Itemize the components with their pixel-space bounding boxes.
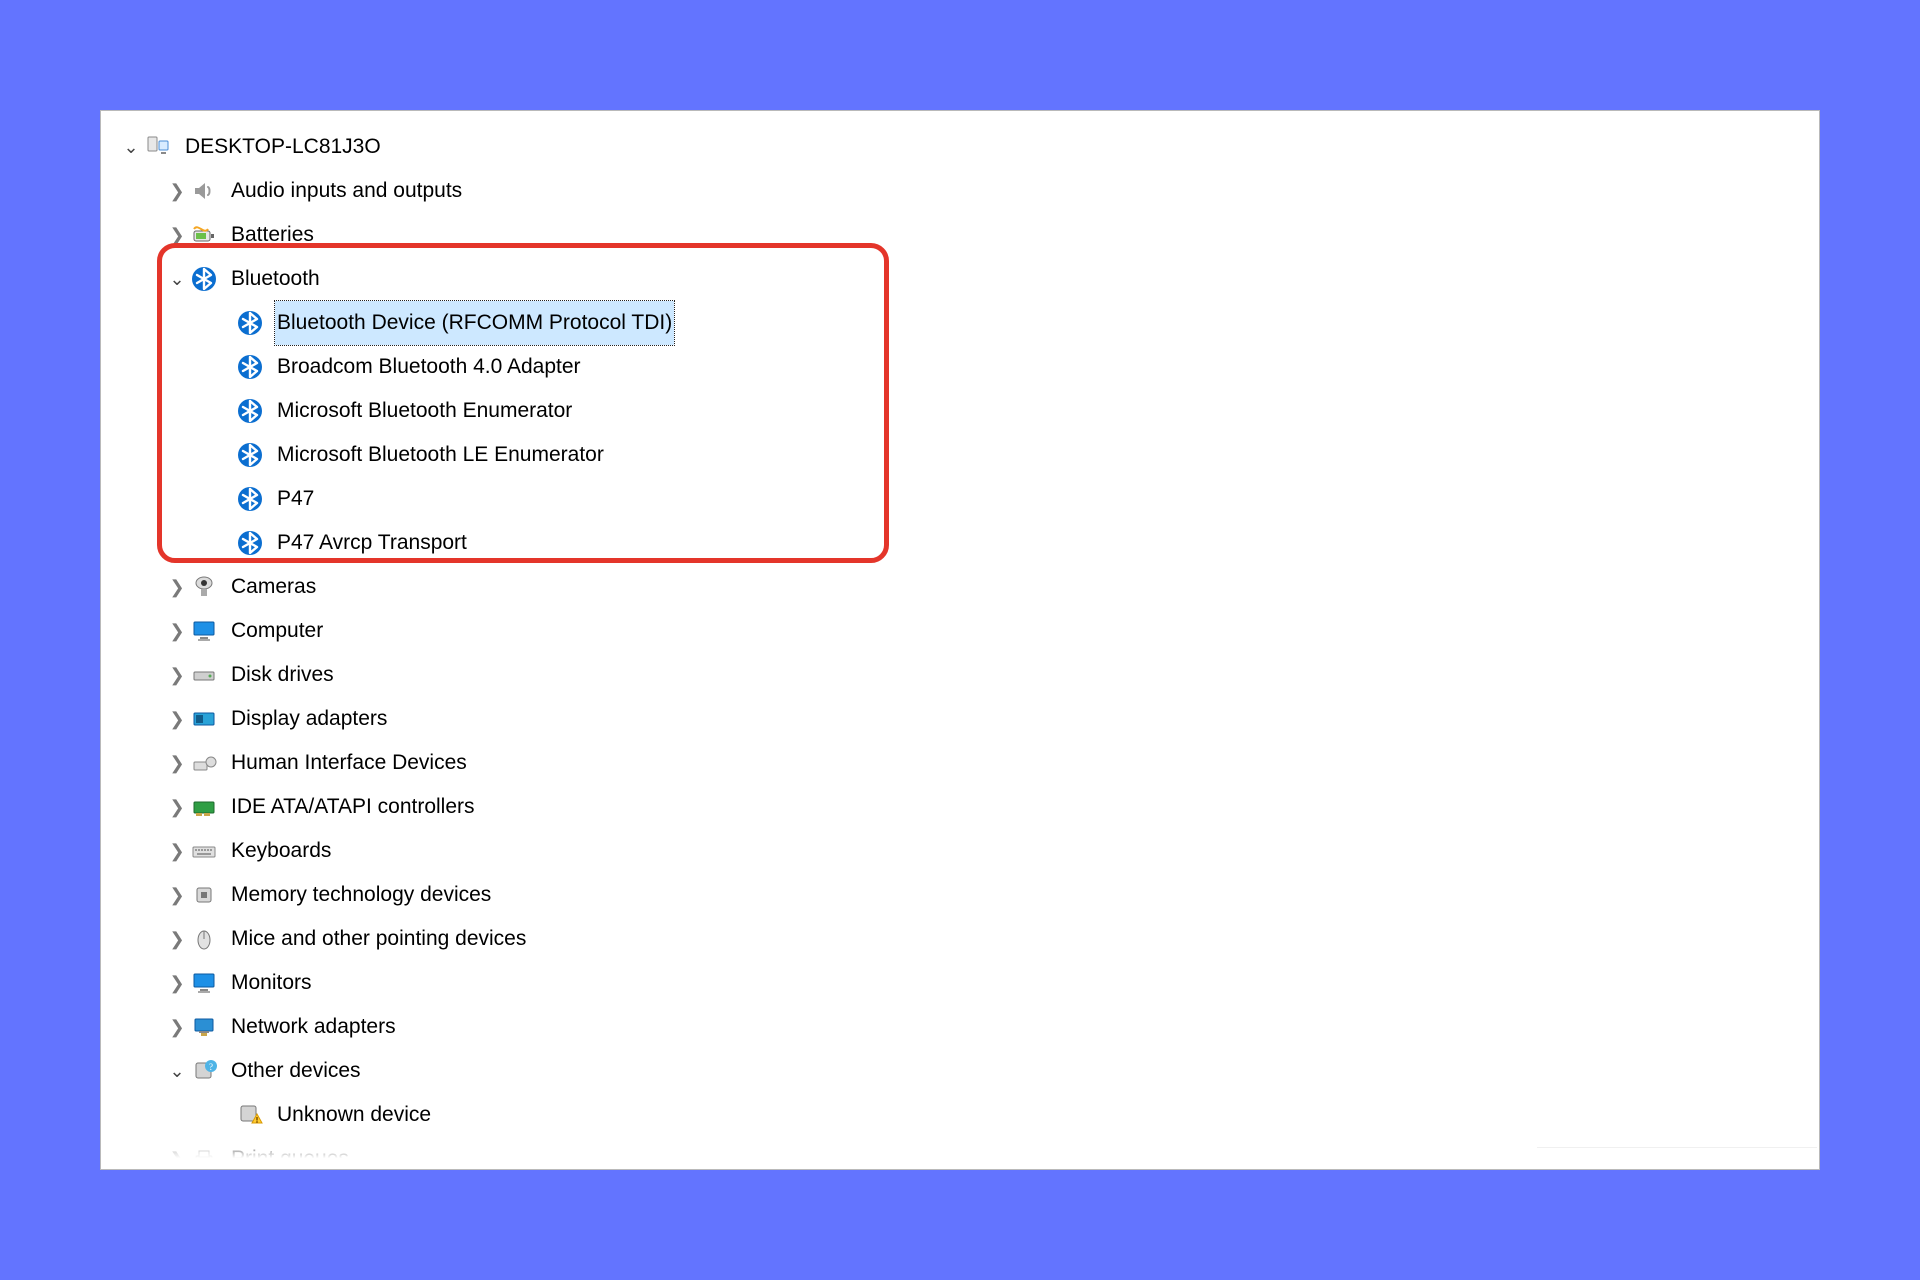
speaker-icon (189, 176, 219, 206)
category-label[interactable]: Mice and other pointing devices (229, 917, 528, 961)
bt-device-2[interactable]: Microsoft Bluetooth Enumerator (119, 389, 1801, 433)
ide-icon (189, 792, 219, 822)
bt-device-1[interactable]: Broadcom Bluetooth 4.0 Adapter (119, 345, 1801, 389)
chevron-right-icon[interactable]: ❯ (165, 785, 189, 829)
bluetooth-icon (189, 264, 219, 294)
category-mice[interactable]: ❯ Mice and other pointing devices (119, 917, 1801, 961)
category-computer[interactable]: ❯ Computer (119, 609, 1801, 653)
device-tree[interactable]: ⌄ DESKTOP-LC81J3O ❯ Audio inputs and out… (119, 125, 1801, 1170)
device-label[interactable]: P47 (275, 477, 316, 521)
chevron-right-icon[interactable]: ❯ (165, 741, 189, 785)
mouse-icon (189, 924, 219, 954)
device-label[interactable]: P47 Avrcp Transport (275, 521, 469, 565)
category-other[interactable]: ⌄ Other devices (119, 1049, 1801, 1093)
category-memtech[interactable]: ❯ Memory technology devices (119, 873, 1801, 917)
category-ide[interactable]: ❯ IDE ATA/ATAPI controllers (119, 785, 1801, 829)
chevron-right-icon[interactable]: ❯ (165, 697, 189, 741)
chevron-down-icon[interactable]: ⌄ (165, 257, 189, 301)
category-label[interactable]: Other devices (229, 1049, 363, 1093)
camera-icon (189, 572, 219, 602)
category-hid[interactable]: ❯ Human Interface Devices (119, 741, 1801, 785)
category-label[interactable]: Bluetooth (229, 257, 322, 301)
chevron-right-icon[interactable]: ❯ (165, 609, 189, 653)
category-label[interactable]: Monitors (229, 961, 314, 1005)
chevron-right-icon[interactable]: ❯ (165, 169, 189, 213)
chevron-right-icon[interactable]: ❯ (165, 961, 189, 1005)
printer-icon (189, 1144, 219, 1170)
category-label[interactable]: Human Interface Devices (229, 741, 469, 785)
bt-device-4[interactable]: P47 (119, 477, 1801, 521)
bt-device-5[interactable]: P47 Avrcp Transport (119, 521, 1801, 565)
other-device-0[interactable]: Unknown device (119, 1093, 1801, 1137)
bluetooth-icon (235, 352, 265, 382)
category-label[interactable]: IDE ATA/ATAPI controllers (229, 785, 477, 829)
device-label[interactable]: Microsoft Bluetooth Enumerator (275, 389, 574, 433)
category-display[interactable]: ❯ Display adapters (119, 697, 1801, 741)
category-label[interactable]: Network adapters (229, 1005, 398, 1049)
chevron-down-icon[interactable]: ⌄ (119, 125, 143, 169)
category-label[interactable]: Computer (229, 609, 325, 653)
category-label[interactable]: Memory technology devices (229, 873, 493, 917)
bluetooth-icon (235, 308, 265, 338)
hid-icon (189, 748, 219, 778)
category-label[interactable]: Audio inputs and outputs (229, 169, 464, 213)
chevron-right-icon[interactable]: ❯ (165, 1137, 189, 1170)
chevron-right-icon[interactable]: ❯ (165, 829, 189, 873)
other-device-icon (189, 1056, 219, 1086)
unknown-device-warning-icon (235, 1100, 265, 1130)
bluetooth-icon (235, 528, 265, 558)
network-icon (189, 1012, 219, 1042)
category-monitors[interactable]: ❯ Monitors (119, 961, 1801, 1005)
computer-icon (143, 132, 173, 162)
category-label[interactable]: Keyboards (229, 829, 333, 873)
drive-icon (189, 660, 219, 690)
category-label[interactable]: Batteries (229, 213, 316, 257)
device-label-selected[interactable]: Bluetooth Device (RFCOMM Protocol TDI) (275, 301, 674, 345)
device-label[interactable]: Broadcom Bluetooth 4.0 Adapter (275, 345, 583, 389)
tree-root-row[interactable]: ⌄ DESKTOP-LC81J3O (119, 125, 1801, 169)
bluetooth-icon (235, 440, 265, 470)
root-label[interactable]: DESKTOP-LC81J3O (183, 125, 383, 169)
chip-icon (189, 880, 219, 910)
chevron-right-icon[interactable]: ❯ (165, 873, 189, 917)
monitor-icon (189, 968, 219, 998)
category-batteries[interactable]: ❯ Batteries (119, 213, 1801, 257)
bluetooth-icon (235, 396, 265, 426)
category-label[interactable]: Print queues (229, 1137, 351, 1170)
gpu-icon (189, 704, 219, 734)
category-label[interactable]: Disk drives (229, 653, 336, 697)
category-keyboards[interactable]: ❯ Keyboards (119, 829, 1801, 873)
category-cameras[interactable]: ❯ Cameras (119, 565, 1801, 609)
category-disk[interactable]: ❯ Disk drives (119, 653, 1801, 697)
category-bluetooth[interactable]: ⌄ Bluetooth (119, 257, 1801, 301)
bluetooth-icon (235, 484, 265, 514)
keyboard-icon (189, 836, 219, 866)
chevron-right-icon[interactable]: ❯ (165, 917, 189, 961)
chevron-right-icon[interactable]: ❯ (165, 1005, 189, 1049)
chevron-down-icon[interactable]: ⌄ (165, 1049, 189, 1093)
battery-icon (189, 220, 219, 250)
device-label[interactable]: Unknown device (275, 1093, 433, 1137)
scrollbar-track[interactable] (1537, 1147, 1817, 1167)
device-label[interactable]: Microsoft Bluetooth LE Enumerator (275, 433, 606, 477)
monitor-icon (189, 616, 219, 646)
chevron-right-icon[interactable]: ❯ (165, 653, 189, 697)
chevron-right-icon[interactable]: ❯ (165, 565, 189, 609)
bt-device-0[interactable]: Bluetooth Device (RFCOMM Protocol TDI) (119, 301, 1801, 345)
category-audio[interactable]: ❯ Audio inputs and outputs (119, 169, 1801, 213)
device-manager-panel: ⌄ DESKTOP-LC81J3O ❯ Audio inputs and out… (100, 110, 1820, 1170)
bt-device-3[interactable]: Microsoft Bluetooth LE Enumerator (119, 433, 1801, 477)
category-label[interactable]: Display adapters (229, 697, 389, 741)
chevron-right-icon[interactable]: ❯ (165, 213, 189, 257)
category-network[interactable]: ❯ Network adapters (119, 1005, 1801, 1049)
category-label[interactable]: Cameras (229, 565, 318, 609)
